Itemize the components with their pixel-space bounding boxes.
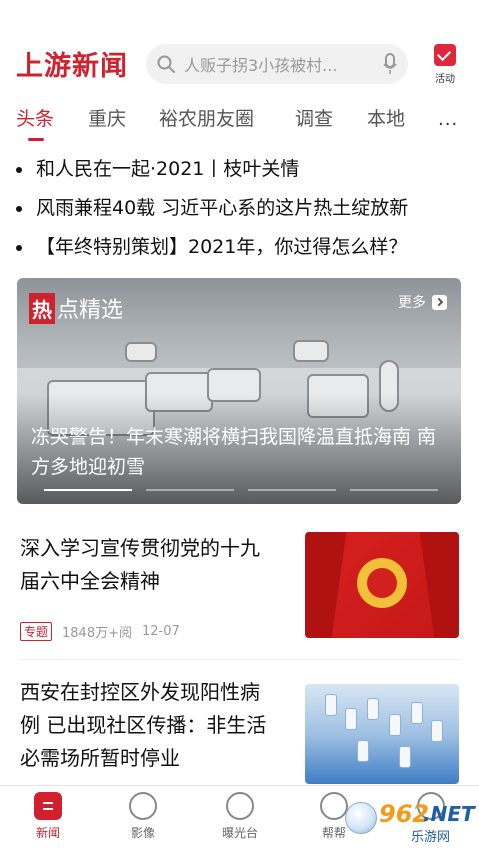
topic-badge: 专题 — [20, 622, 53, 641]
carousel-indicator[interactable] — [248, 489, 336, 491]
nav-label: 影像 — [130, 826, 155, 840]
carousel-indicator[interactable] — [146, 489, 234, 491]
headline-item[interactable]: 风雨兼程40载 习近平心系的这片热土绽放新 — [16, 193, 476, 233]
site-watermark: 962 .NET 乐游网 — [345, 800, 475, 845]
hot-picks-label: 热 点精选 — [29, 292, 123, 324]
headline-text: 风雨兼程40载 习近平心系的这片热土绽放新 — [36, 197, 409, 219]
watermark-domain: .NET — [423, 802, 475, 826]
tab-investigation[interactable]: 调查 — [295, 104, 333, 131]
search-icon — [157, 55, 175, 73]
hero-more-button[interactable]: 更多 — [398, 292, 447, 312]
channel-tabs: 头条 重庆 裕农朋友圈 调查 本地 — [0, 100, 479, 141]
test-tube-shape — [325, 694, 337, 716]
bullet-icon — [16, 205, 22, 212]
hero-more-label: 更多 — [398, 295, 426, 311]
nav-exposure[interactable]: 曝光台 — [205, 792, 275, 841]
nav-label: 新闻 — [35, 826, 60, 840]
test-tube-shape — [399, 746, 411, 768]
exposure-icon — [226, 792, 254, 820]
flag-shape — [305, 532, 347, 638]
activity-label: 活动 — [435, 74, 455, 85]
news-icon — [34, 792, 62, 820]
watermark-number: 962 — [379, 800, 430, 828]
news-card-title: 深入学习宣传贯彻党的十九届六中全会精神 — [20, 536, 260, 593]
watermark-logo-icon — [345, 802, 377, 834]
help-icon — [320, 792, 348, 820]
active-tab-indicator — [28, 138, 44, 141]
test-tube-shape — [389, 714, 401, 736]
party-emblem-icon — [357, 558, 407, 608]
hot-picks-text: 点精选 — [57, 298, 124, 323]
test-tube-shape — [367, 698, 379, 720]
carousel-indicator[interactable] — [350, 489, 438, 491]
flag-shape — [419, 532, 459, 638]
news-card-title: 西安在封控区外发现阳性病例 已出现社区传播：非生活必需场所暂时停业 — [20, 680, 267, 770]
gift-icon — [434, 44, 456, 66]
test-tube-shape — [431, 720, 443, 742]
headline-item[interactable]: 【年终特别策划】2021年，你过得怎么样？ — [16, 232, 476, 272]
hero-carousel[interactable]: 热 点精选 更多 冻哭警告！年末寒潮将横扫我国降温直抵海南 南方多地迎初雪 — [17, 278, 461, 504]
bullet-icon — [16, 166, 22, 173]
card-divider — [20, 659, 460, 660]
headline-text: 【年终特别策划】2021年，你过得怎么样？ — [36, 236, 408, 258]
news-card[interactable]: 西安在封控区外发现阳性病例 已出现社区传播：非生活必需场所暂时停业 — [0, 676, 479, 784]
carousel-indicator[interactable] — [44, 489, 132, 491]
headline-item[interactable]: 和人民在一起·2021丨枝叶关情 — [16, 154, 476, 194]
tab-local[interactable]: 本地 — [367, 104, 405, 131]
watermark-subtitle: 乐游网 — [411, 830, 451, 845]
tab-headlines[interactable]: 头条 — [16, 104, 54, 131]
app-logo[interactable]: 上游新闻 — [16, 44, 128, 83]
tab-farmers-circle[interactable]: 裕农朋友圈 — [159, 104, 254, 131]
play-icon — [129, 792, 157, 820]
bullet-icon — [16, 244, 22, 251]
more-tabs-icon[interactable]: ··· — [438, 114, 458, 135]
search-bar[interactable]: 人贩子拐3小孩被村... — [146, 44, 408, 84]
test-tube-shape — [345, 708, 357, 730]
app-header: 上游新闻 人贩子拐3小孩被村... 活动 — [0, 0, 479, 96]
test-tube-shape — [357, 740, 369, 762]
publish-date: 12-07 — [142, 624, 180, 639]
test-tube-shape — [411, 702, 423, 724]
activity-button[interactable]: 活动 — [428, 44, 462, 86]
carousel-indicators — [44, 489, 438, 491]
microphone-icon[interactable] — [382, 53, 398, 75]
search-placeholder: 人贩子拐3小孩被村... — [184, 56, 338, 75]
view-count: 1848万+阅 — [62, 626, 132, 641]
headline-text: 和人民在一起·2021丨枝叶关情 — [36, 158, 300, 180]
nav-label: 曝光台 — [221, 826, 258, 840]
hero-title: 冻哭警告！年末寒潮将横扫我国降温直抵海南 南方多地迎初雪 — [31, 426, 437, 478]
news-card[interactable]: 深入学习宣传贯彻党的十九届六中全会精神 专题 1848万+阅 12-07 — [0, 532, 479, 652]
hot-badge: 热 — [29, 292, 55, 324]
news-card-meta: 专题 1848万+阅 12-07 — [20, 622, 180, 641]
hero-image-car — [125, 342, 157, 362]
tab-chongqing[interactable]: 重庆 — [88, 104, 126, 131]
nav-video[interactable]: 影像 — [108, 792, 178, 841]
news-card-thumbnail — [305, 532, 459, 638]
chevron-right-icon — [432, 294, 447, 310]
news-card-thumbnail — [305, 684, 459, 784]
hero-image-car — [293, 340, 329, 362]
nav-news[interactable]: 新闻 — [13, 792, 83, 841]
